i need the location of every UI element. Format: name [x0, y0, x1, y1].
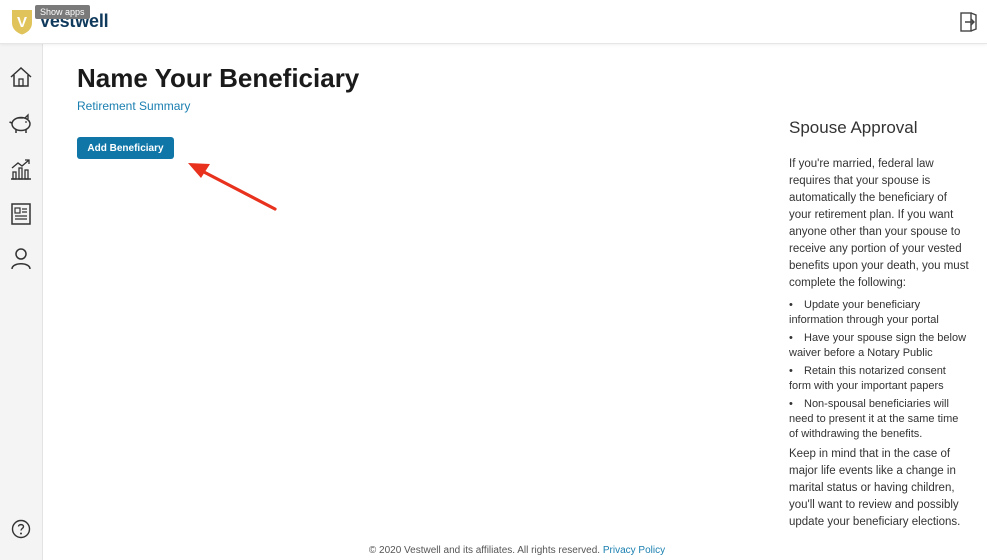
bullet-icon: • [789, 299, 793, 311]
list-item: • Non-spousal beneficiaries will need to … [789, 397, 969, 442]
top-bar: V Vestwell Show apps [0, 0, 987, 44]
piggy-bank-icon[interactable] [8, 110, 34, 136]
privacy-policy-link[interactable]: Privacy Policy [603, 545, 665, 556]
user-icon[interactable] [8, 245, 34, 271]
list-item: • Update your beneficiary information thr… [789, 298, 969, 328]
step-text: Update your beneficiary information thro… [789, 299, 939, 326]
documents-icon[interactable] [8, 201, 34, 227]
page-title: Name Your Beneficiary [77, 63, 360, 93]
sign-out-icon[interactable] [958, 11, 980, 33]
chart-icon[interactable] [8, 156, 34, 182]
footer: © 2020 Vestwell and its affiliates. All … [0, 545, 987, 556]
spouse-approval-panel: Spouse Approval If you're married, feder… [789, 118, 969, 531]
spouse-approval-closing: Keep in mind that in the case of major l… [789, 448, 961, 528]
spouse-approval-intro: If you're married, federal law requires … [789, 158, 969, 289]
step-text: Retain this notarized consent form with … [789, 365, 946, 392]
copyright-text: © 2020 Vestwell and its affiliates. All … [368, 545, 601, 556]
step-text: Have your spouse sign the below waiver b… [789, 332, 967, 359]
bullet-icon: • [789, 398, 793, 410]
logo-letter: V [17, 14, 27, 31]
sidebar [0, 44, 43, 560]
spouse-approval-title: Spouse Approval [789, 118, 918, 137]
vestwell-logo-icon[interactable]: V [11, 9, 33, 35]
annotation-arrow-icon [188, 163, 277, 211]
add-beneficiary-button[interactable]: Add Beneficiary [77, 137, 174, 159]
help-icon[interactable] [11, 519, 31, 539]
step-text: Non-spousal beneficiaries will need to p… [789, 398, 959, 440]
bullet-icon: • [789, 365, 793, 377]
home-icon[interactable] [8, 64, 34, 90]
retirement-summary-link[interactable]: Retirement Summary [77, 99, 190, 113]
show-apps-tooltip: Show apps [35, 5, 90, 19]
list-item: • Retain this notarized consent form with… [789, 364, 969, 394]
bullet-icon: • [789, 332, 793, 344]
list-item: • Have your spouse sign the below waiver … [789, 331, 969, 361]
spouse-approval-steps: • Update your beneficiary information thr… [789, 298, 969, 442]
